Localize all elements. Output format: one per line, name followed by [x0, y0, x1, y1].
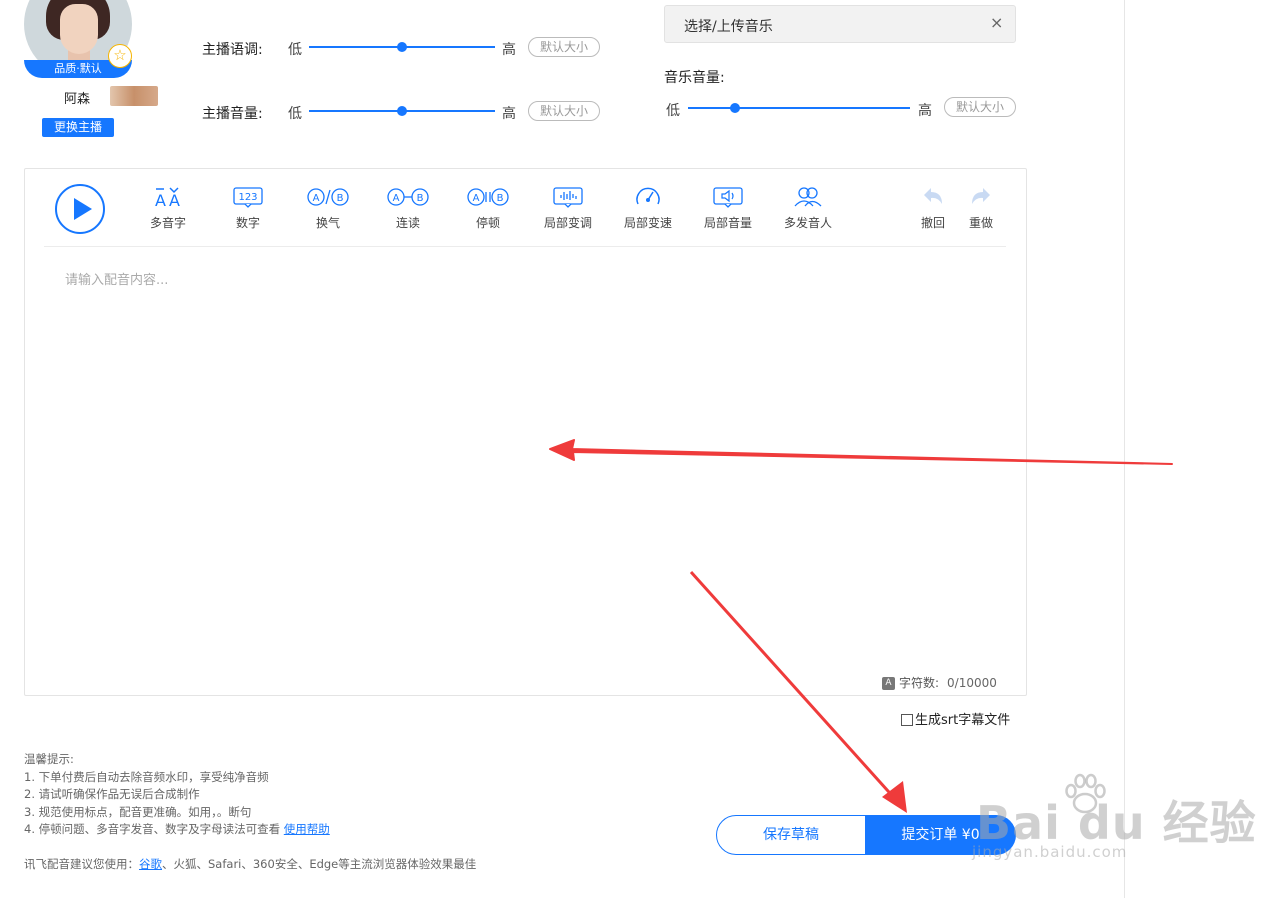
annotation-arrow-down-line — [689, 570, 899, 803]
annotation-arrow-down-head — [882, 781, 907, 813]
annotation-arrow-left — [549, 439, 1173, 465]
annotation-arrows — [549, 439, 1173, 813]
